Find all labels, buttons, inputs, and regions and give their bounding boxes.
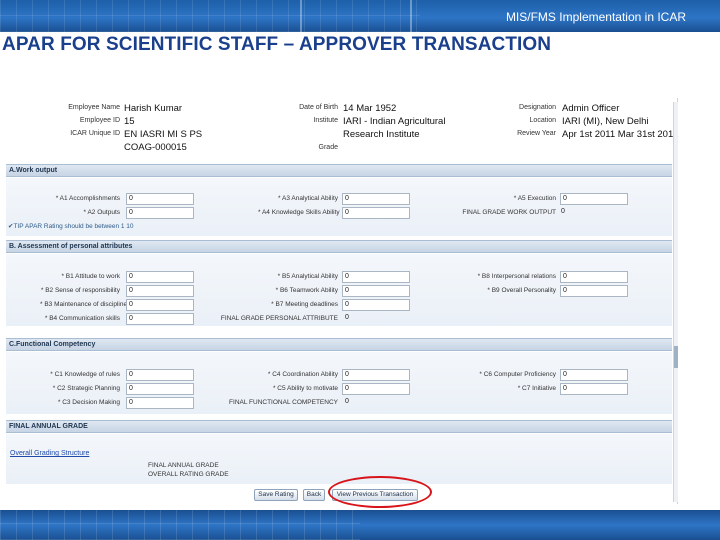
section-final-annual-grade: FINAL ANNUAL GRADE <box>6 420 672 433</box>
input-c3[interactable]: 0 <box>126 397 194 409</box>
input-a1[interactable]: 0 <box>126 193 194 205</box>
input-a3[interactable]: 0 <box>342 193 410 205</box>
final-grade-personal-label: FINAL GRADE PERSONAL ATTRIBUTE <box>220 315 338 322</box>
field-label-b7: * B7 Meeting deadlines <box>271 301 338 308</box>
rating-tip-note: ✔TIP APAR Rating should be between 1 10 <box>8 223 134 230</box>
vertical-scrollbar[interactable] <box>673 102 678 502</box>
input-c5[interactable]: 0 <box>342 383 410 395</box>
employee-id-label: Employee ID <box>79 117 120 124</box>
back-button[interactable]: Back <box>303 489 325 501</box>
field-label-c3: * C3 Decision Making <box>57 399 120 406</box>
designation-value: Admin Officer <box>562 103 620 114</box>
icar-unique-id-value: EN IASRI MI S PS <box>124 129 203 140</box>
final-functional-competency-value: 0 <box>345 398 349 405</box>
institute-value: IARI - Indian Agricultural <box>343 116 446 127</box>
input-c6[interactable]: 0 <box>560 369 628 381</box>
apar-form-screenshot: Employee Name Harish Kumar Employee ID 1… <box>2 98 679 504</box>
final-functional-competency-label: FINAL FUNCTIONAL COMPETENCY <box>229 399 338 406</box>
field-label-a5: * A5 Execution <box>513 195 556 202</box>
input-b4[interactable]: 0 <box>126 313 194 325</box>
dob-label: Date of Birth <box>299 104 338 111</box>
icar-unique-id-value-cont: COAG-000015 <box>124 142 187 153</box>
section-title: C.Functional Competency <box>9 341 96 348</box>
input-c2[interactable]: 0 <box>126 383 194 395</box>
footer-grid-pattern <box>0 510 360 540</box>
highlight-ellipse <box>328 476 432 508</box>
review-year-label: Review Year <box>517 130 556 137</box>
final-grade-work-value: 0 <box>561 208 565 215</box>
section-title: FINAL ANNUAL GRADE <box>9 423 88 430</box>
field-label-a1: * A1 Accomplishments <box>55 195 120 202</box>
field-label-a3: * A3 Analytical Ability <box>278 195 338 202</box>
employee-name-label: Employee Name <box>68 104 120 111</box>
input-b8[interactable]: 0 <box>560 271 628 283</box>
section-title: A.Work output <box>9 167 58 174</box>
banner-title: MIS/FMS Implementation in ICAR <box>505 10 686 24</box>
input-a5[interactable]: 0 <box>560 193 628 205</box>
save-rating-button[interactable]: Save Rating <box>254 489 298 501</box>
institute-value-cont: Research Institute <box>343 129 420 140</box>
field-label-b6: * B6 Teamwork Ability <box>275 287 338 294</box>
location-label: Location <box>529 117 556 124</box>
section-title: B. Assessment of personal attributes <box>9 243 133 250</box>
section-work-output: A.Work output <box>6 164 672 177</box>
field-label-b8: * B8 Interpersonal relations <box>477 273 556 280</box>
designation-label: Designation <box>519 104 556 111</box>
icar-unique-id-label: ICAR Unique ID <box>70 130 120 137</box>
field-label-b9: * B9 Overall Personality <box>487 287 556 294</box>
input-b3[interactable]: 0 <box>126 299 194 311</box>
scrollbar-thumb[interactable] <box>674 346 678 368</box>
input-c7[interactable]: 0 <box>560 383 628 395</box>
input-b2[interactable]: 0 <box>126 285 194 297</box>
field-label-c7: * C7 Initiative <box>517 385 556 392</box>
input-b7[interactable]: 0 <box>342 299 410 311</box>
location-value: IARI (MI), New Delhi <box>562 116 649 127</box>
final-grade-personal-value: 0 <box>345 314 349 321</box>
banner-divider <box>410 0 412 32</box>
final-grade-work-label: FINAL GRADE WORK OUTPUT <box>462 209 556 216</box>
field-label-a4: * A4 Knowledge Skills Ability <box>258 209 340 216</box>
final-annual-grade-label: FINAL ANNUAL GRADE <box>148 462 219 469</box>
banner-grid-pattern <box>0 0 420 32</box>
overall-grading-structure-link[interactable]: Overall Grading Structure <box>10 450 89 457</box>
review-year-value: Apr 1st 2011 Mar 31st 2012 <box>562 129 679 140</box>
input-c1[interactable]: 0 <box>126 369 194 381</box>
field-label-c2: * C2 Strategic Planning <box>52 385 120 392</box>
input-a4[interactable]: 0 <box>342 207 410 219</box>
overall-rating-grade-label: OVERALL RATING GRADE <box>148 471 229 478</box>
field-label-b3: * B3 Maintenance of discipline <box>40 301 128 308</box>
input-b5[interactable]: 0 <box>342 271 410 283</box>
field-label-b2: * B2 Sense of responsibility <box>40 287 120 294</box>
field-label-a2: * A2 Outputs <box>83 209 121 216</box>
field-label-c5: * C5 Ability to motivate <box>272 385 338 392</box>
section-functional-competency: C.Functional Competency <box>6 338 672 351</box>
field-label-b4: * B4 Communication skills <box>44 315 120 322</box>
employee-name-value: Harish Kumar <box>124 103 183 114</box>
input-b6[interactable]: 0 <box>342 285 410 297</box>
banner-divider <box>300 0 302 32</box>
field-label-c4: * C4 Coordination Ability <box>267 371 338 378</box>
section-final-body <box>6 434 672 484</box>
field-label-b1: * B1 Attitude to work <box>61 273 120 280</box>
field-label-c1: * C1 Knowledge of rules <box>50 371 120 378</box>
employee-id-value: 15 <box>124 116 135 127</box>
top-banner: MIS/FMS Implementation in ICAR <box>0 0 720 32</box>
grade-label: Grade <box>318 144 338 151</box>
dob-value: 14 Mar 1952 <box>343 103 397 114</box>
slide-title: APAR FOR SCIENTIFIC STAFF – APPROVER TRA… <box>2 34 552 55</box>
field-label-c6: * C6 Computer Proficiency <box>479 371 556 378</box>
input-c4[interactable]: 0 <box>342 369 410 381</box>
institute-label: Institute <box>313 117 338 124</box>
section-personal-attributes: B. Assessment of personal attributes <box>6 240 672 253</box>
bottom-banner <box>0 510 720 540</box>
input-b9[interactable]: 0 <box>560 285 628 297</box>
input-a2[interactable]: 0 <box>126 207 194 219</box>
input-b1[interactable]: 0 <box>126 271 194 283</box>
field-label-b5: * B5 Analytical Ability <box>277 273 338 280</box>
